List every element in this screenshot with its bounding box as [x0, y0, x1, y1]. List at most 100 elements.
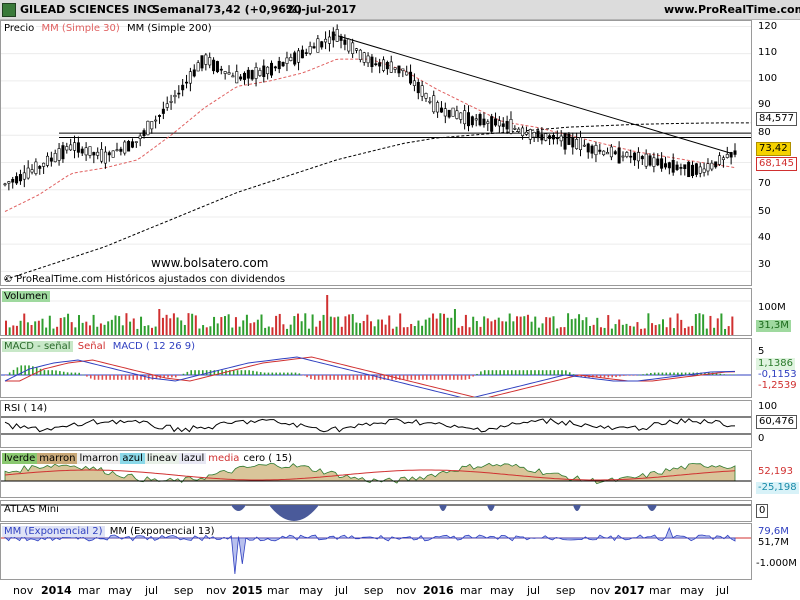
- volume-bar: [67, 313, 70, 335]
- macd-histogram-bar: [93, 375, 96, 380]
- volume-bar: [267, 326, 270, 335]
- price-panel[interactable]: Precio MM (Simple 30) MM (Simple 200) ww…: [0, 20, 752, 286]
- volume-bar: [505, 321, 508, 335]
- legend-mm30: MM (Simple 30): [41, 23, 120, 34]
- volume-chart: [1, 295, 751, 335]
- macd-histogram-bar: [341, 375, 343, 380]
- candle-body: [470, 116, 474, 126]
- candle-body: [161, 108, 165, 114]
- volume-bar: [366, 314, 369, 335]
- volume-bar: [63, 317, 66, 335]
- volume-bar: [640, 328, 643, 335]
- candle-body: [270, 62, 274, 76]
- volume-bar: [658, 324, 661, 335]
- volume-bar: [293, 316, 296, 335]
- volume-bar: [453, 309, 456, 335]
- candle-body: [412, 80, 416, 86]
- volume-bar: [523, 316, 526, 335]
- volume-bar: [5, 320, 7, 335]
- volume-bar: [545, 317, 548, 335]
- multi-indicator-panel[interactable]: lverde marron lmarron azul lineav lazul media c…: [0, 450, 752, 498]
- rsi-axis: 100 60,476 0: [752, 400, 800, 448]
- volume-bar: [169, 318, 172, 335]
- macd-histogram-bar: [28, 365, 30, 375]
- volume-bar: [647, 313, 650, 335]
- macd-histogram-bar: [553, 370, 556, 375]
- volume-bar: [570, 319, 573, 335]
- candle-body: [181, 84, 185, 91]
- volume-bar: [180, 320, 183, 335]
- legend-ema13: MM (Exponencial 13): [109, 526, 215, 537]
- candle-body: [316, 38, 320, 53]
- candle-body: [366, 55, 370, 64]
- volume-bar: [687, 326, 690, 335]
- atlas-axis: 0: [752, 500, 800, 522]
- macd-histogram-bar: [144, 375, 146, 380]
- ema-panel[interactable]: MM (Exponencial 2) MM (Exponencial 13): [0, 523, 752, 580]
- macd-histogram-bar: [178, 375, 181, 376]
- candle-body: [455, 110, 459, 119]
- x-tick: 2017: [614, 584, 645, 597]
- multi-value-1: 52,193: [758, 466, 793, 477]
- macd-histogram-bar: [673, 372, 675, 375]
- multi-value-2: -25,198: [756, 482, 799, 494]
- volume-bar: [129, 321, 132, 335]
- candle-body: [250, 70, 254, 80]
- atlas-panel[interactable]: ATLAS Mini: [0, 500, 752, 522]
- candle-body: [636, 152, 640, 162]
- volume-bar: [651, 323, 654, 335]
- ticker-name: GILEAD SCIENCES INC.: [20, 3, 159, 16]
- macd-histogram-bar: [337, 375, 339, 380]
- x-tick: mar: [78, 584, 100, 597]
- candle-body: [667, 162, 671, 169]
- y-tick: 30: [758, 259, 771, 270]
- candle-body: [428, 100, 432, 103]
- volume-bar: [56, 326, 59, 335]
- volume-value: 31,3M: [756, 320, 791, 332]
- candle-body: [262, 65, 266, 78]
- candle-body: [42, 162, 46, 167]
- candle-body: [652, 157, 656, 167]
- volume-bar: [161, 317, 164, 335]
- macd-histogram-bar: [429, 375, 432, 380]
- mm30-label: 68,145: [756, 157, 797, 171]
- legend-atlas: ATLAS Mini: [4, 504, 59, 515]
- legend-macd: MACD ( 12 26 9): [112, 341, 195, 352]
- volume-panel[interactable]: Volumen: [0, 288, 752, 336]
- volume-bar: [548, 317, 551, 335]
- rsi-panel[interactable]: RSI ( 14): [0, 400, 752, 448]
- y-tick: 90: [758, 99, 771, 110]
- macd-histogram-bar: [538, 370, 540, 375]
- volume-bar: [260, 314, 263, 335]
- watermark: www.bolsatero.com: [151, 256, 269, 270]
- volume-bar: [625, 323, 628, 335]
- candle-body: [559, 135, 563, 142]
- volume-bar: [669, 317, 672, 335]
- site-url[interactable]: www.ProRealTime.com: [664, 3, 800, 16]
- volume-bar: [242, 320, 245, 335]
- candle-body: [231, 75, 235, 78]
- candle-body: [524, 131, 528, 135]
- candle-body: [494, 118, 498, 126]
- chart-icon[interactable]: [2, 3, 16, 17]
- candle-body: [702, 168, 706, 173]
- volume-bar: [709, 315, 712, 335]
- macd-panel[interactable]: MACD - señal Señal MACD ( 12 26 9): [0, 338, 752, 398]
- volume-bar: [194, 315, 197, 335]
- volume-bar: [216, 323, 219, 335]
- candle-body: [327, 36, 331, 44]
- candle-body: [134, 141, 138, 143]
- candle-body: [242, 72, 246, 80]
- volume-bar: [672, 328, 675, 335]
- multi-legend: lverde marron lmarron azul lineav lazul media c…: [2, 453, 294, 465]
- candle-body: [185, 81, 189, 84]
- candle-body: [293, 52, 297, 65]
- candle-body: [100, 149, 104, 162]
- volume-bar: [213, 316, 216, 335]
- candle-body: [459, 112, 463, 120]
- candle-body: [725, 154, 729, 158]
- macd-histogram-bar: [174, 375, 177, 378]
- macd-histogram-bar: [530, 370, 532, 375]
- candle-body: [3, 183, 7, 186]
- volume-bar: [125, 313, 128, 335]
